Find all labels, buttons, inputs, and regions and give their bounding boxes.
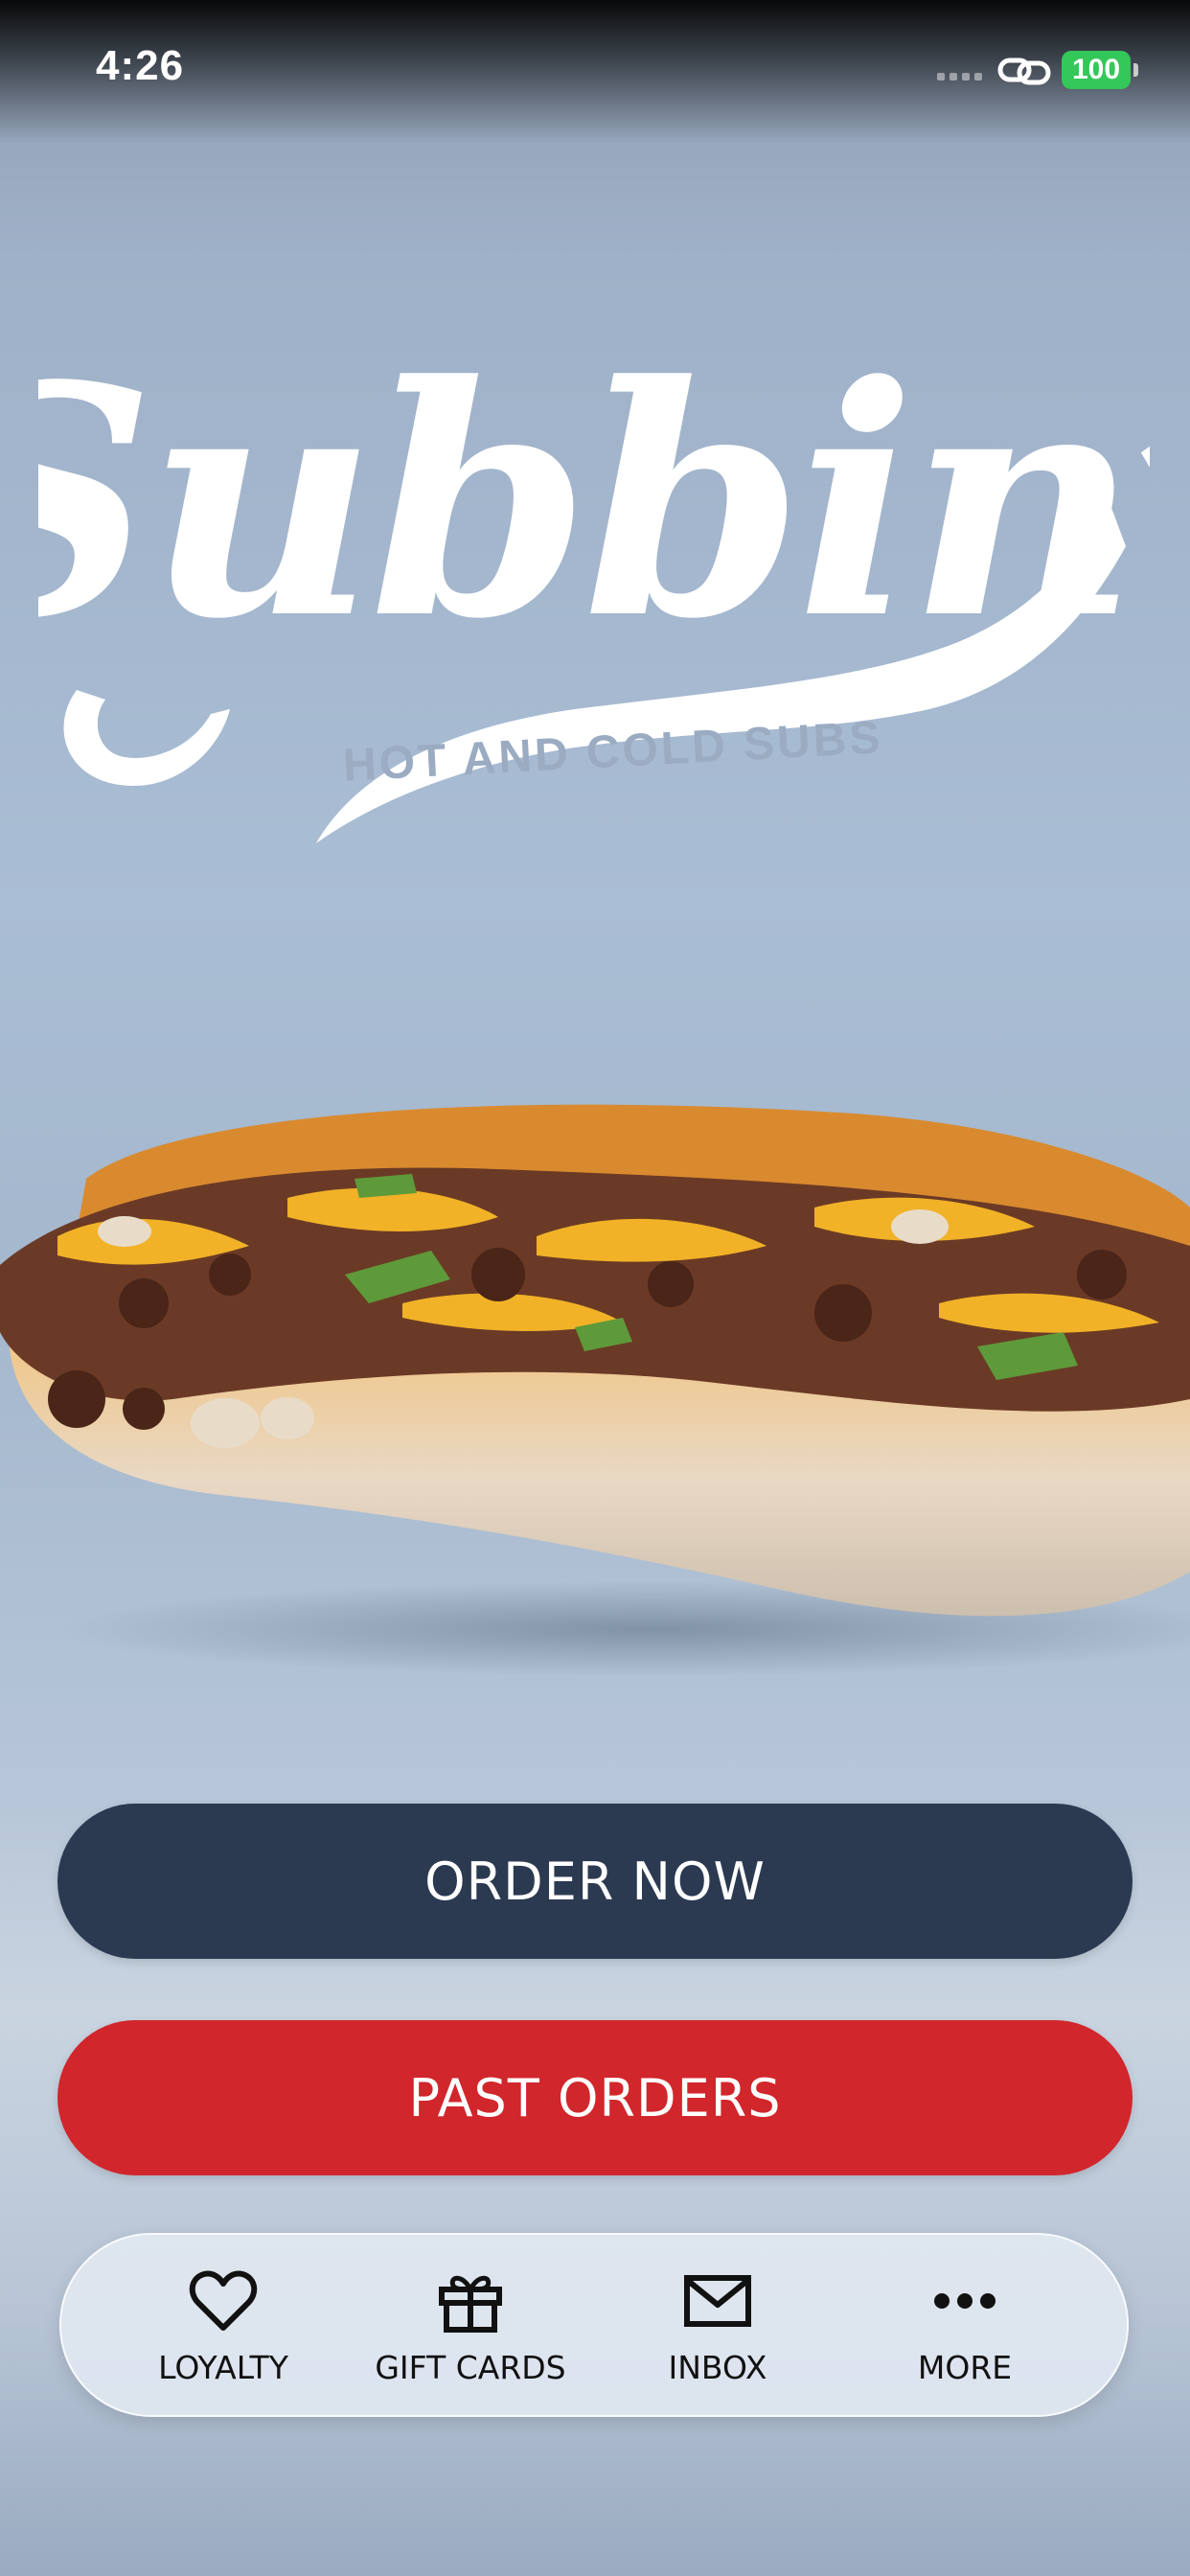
- battery-tip: [1133, 63, 1138, 77]
- svg-text:Subbin’: Subbin’: [38, 326, 1150, 688]
- heart-icon: [189, 2270, 258, 2331]
- nav-item-gift-cards[interactable]: GIFT CARDS: [351, 2265, 590, 2386]
- status-time: 4:26: [96, 42, 185, 89]
- gift-icon: [439, 2275, 502, 2333]
- nav-item-loyalty[interactable]: LOYALTY: [103, 2265, 343, 2386]
- order-now-button[interactable]: ORDER NOW: [57, 1804, 1133, 1959]
- brand-logo: HOT AND COLD SUBS Subbin’: [0, 316, 1190, 862]
- nav-item-inbox[interactable]: INBOX: [598, 2265, 837, 2386]
- more-dots-icon: [934, 2292, 995, 2309]
- signal-icon: [937, 73, 982, 80]
- bottom-nav: LOYALTY GIFT CARDS INBOX MORE: [59, 2233, 1129, 2417]
- nav-label-more: MORE: [917, 2348, 1013, 2386]
- past-orders-button[interactable]: PAST ORDERS: [57, 2020, 1133, 2175]
- hero-sandwich-image: [0, 1092, 1190, 1706]
- battery-indicator: 100: [1062, 51, 1131, 89]
- mail-icon: [684, 2274, 751, 2327]
- home-screen: 4:26 100 HOT AND COLD SUBS Subbin’: [0, 0, 1190, 2576]
- nav-item-more[interactable]: MORE: [845, 2265, 1085, 2386]
- link-icon: [996, 54, 1054, 88]
- nav-label-gift-cards: GIFT CARDS: [375, 2348, 566, 2386]
- nav-label-loyalty: LOYALTY: [158, 2348, 288, 2386]
- nav-label-inbox: INBOX: [668, 2348, 767, 2386]
